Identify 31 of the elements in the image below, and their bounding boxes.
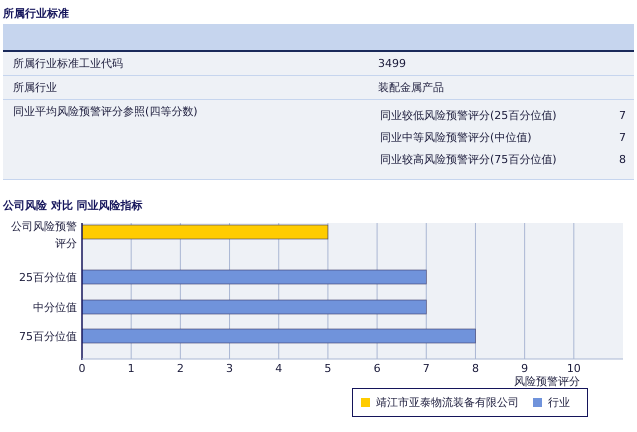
- sub-row-value: 7: [618, 108, 626, 123]
- tick-label: 6: [374, 362, 381, 375]
- category-label: 中分位值: [33, 301, 77, 314]
- tick-label: 9: [521, 362, 528, 375]
- sub-row-label: 同业较高风险预警评分(75百分位值): [380, 152, 558, 167]
- tick-label: 10: [566, 362, 581, 375]
- legend-label: 靖江市亚泰物流装备有限公司: [376, 395, 519, 410]
- tick-label: 2: [176, 362, 184, 375]
- category-label: 公司风险预警评分: [11, 220, 77, 250]
- tick-label: 8: [472, 362, 479, 375]
- tick-label: 1: [128, 362, 135, 375]
- tick-label: 4: [275, 362, 282, 375]
- row-value: 装配金属产品: [378, 80, 445, 95]
- tick-label: 0: [78, 362, 86, 375]
- row-value: 3499: [378, 56, 407, 71]
- tick-label: 5: [324, 362, 332, 375]
- section-title: 所属行业标准: [3, 6, 70, 22]
- sub-row-label: 同业较低风险预警评分(25百分位值): [380, 108, 558, 123]
- chart-title: 公司风险 对比 同业风险指标: [3, 198, 144, 214]
- tick-label: 7: [422, 362, 430, 375]
- row-label: 所属行业标准工业代码: [13, 56, 124, 71]
- category-label: 25百分位值: [19, 271, 77, 284]
- legend-label: 行业: [548, 395, 570, 410]
- tick-label: 3: [226, 362, 234, 375]
- sub-row-value: 7: [618, 130, 626, 145]
- row-label: 同业平均风险预警评分参照(四等分数): [13, 104, 199, 120]
- sub-row-value: 8: [618, 152, 626, 167]
- sub-row-label: 同业中等风险预警评分(中位值): [380, 130, 533, 145]
- row-label: 所属行业: [13, 80, 58, 95]
- category-label: 75百分位值: [19, 330, 77, 343]
- x-axis-title: 风险预警评分: [514, 375, 580, 388]
